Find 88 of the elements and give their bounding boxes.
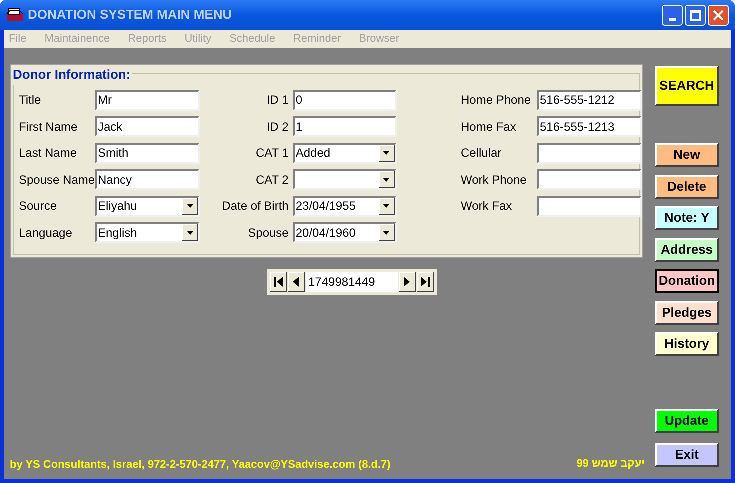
last-record-button[interactable]	[416, 272, 434, 292]
field-value: Smith	[97, 145, 129, 162]
dropdown-field[interactable]: Eliyahu	[95, 196, 200, 217]
box-icon	[6, 7, 24, 23]
field-value: 23/04/1955	[294, 198, 357, 216]
field-value: English	[97, 224, 138, 242]
action-button[interactable]: Donation	[655, 269, 719, 293]
field-label: Last Name	[19, 145, 78, 162]
field-value: 0	[294, 92, 303, 110]
action-button[interactable]: Exit	[655, 443, 719, 467]
field-label: Home Phone	[461, 92, 532, 110]
dropdown-button[interactable]	[378, 224, 395, 242]
previous-record-button[interactable]	[288, 272, 304, 292]
field-value: Jack	[97, 118, 123, 136]
input-field[interactable]	[537, 196, 642, 217]
field-value: Added	[294, 145, 332, 162]
next-record-button[interactable]	[398, 272, 416, 292]
dropdown-field[interactable]: English	[95, 222, 200, 244]
close-icon	[713, 10, 724, 20]
input-field[interactable]: Jack	[95, 116, 200, 138]
caret-icon	[383, 151, 390, 156]
field-label: Cellular	[461, 145, 503, 162]
input-field[interactable]: 516-555-1213	[537, 116, 642, 138]
field-label: Source	[19, 198, 58, 216]
field-label: Language	[19, 224, 74, 242]
dropdown-button[interactable]	[378, 144, 395, 162]
field-label: ID 1	[266, 92, 290, 110]
field-value: Mr	[97, 92, 112, 110]
field-value: 1	[294, 118, 303, 136]
dropdown-button[interactable]	[378, 198, 395, 215]
field-label: Title	[19, 92, 42, 110]
dropdown-field[interactable]: 23/04/1955	[292, 196, 397, 217]
action-button[interactable]: Delete	[655, 174, 719, 198]
field-value: 20/04/1960	[294, 224, 357, 242]
dropdown-field[interactable]: Added	[292, 142, 397, 164]
action-button[interactable]: History	[655, 332, 719, 356]
field-label: ID 2	[266, 118, 290, 136]
field-label: Date of Birth	[221, 198, 290, 216]
search-button[interactable]: SEARCH	[655, 66, 719, 106]
action-button[interactable]: Address	[655, 238, 719, 262]
dropdown-button[interactable]	[182, 198, 198, 215]
field-label: CAT 1	[254, 145, 290, 162]
field-value: Nancy	[97, 172, 132, 189]
window-title: DONATION SYSTEM MAIN MENU	[28, 6, 232, 24]
field-value: 516-555-1213	[539, 118, 615, 136]
caret-icon	[186, 204, 194, 208]
first-record-button[interactable]	[270, 272, 286, 292]
field-value: Eliyahu	[97, 198, 138, 216]
dropdown-field[interactable]: 20/04/1960	[292, 222, 397, 244]
input-field[interactable]	[537, 169, 642, 190]
minimize-button[interactable]	[662, 4, 683, 26]
credit-text: by YS Consultants, Israel, 972-2-570-2477, Yaacov@YSadvise.com (8.d.7)	[10, 458, 391, 472]
field-label: Work Fax	[461, 198, 514, 216]
caret-icon	[383, 230, 390, 235]
action-button[interactable]: Pledges	[655, 300, 719, 324]
field-label: Work Phone	[461, 172, 528, 189]
input-field[interactable]: Mr	[95, 90, 200, 111]
caret-icon	[383, 204, 390, 208]
caret-icon	[186, 230, 194, 235]
minimize-icon	[669, 18, 676, 20]
field-label: Spouse	[247, 224, 290, 242]
maximize-button[interactable]	[685, 4, 706, 26]
maximize-icon	[690, 10, 701, 20]
action-button[interactable]: Note: Y	[655, 206, 719, 230]
dropdown-field[interactable]	[292, 169, 397, 190]
close-button[interactable]	[708, 4, 729, 26]
dropdown-button[interactable]	[378, 171, 395, 188]
hebrew-name-text: יעקב שמש 99	[576, 456, 645, 472]
input-field[interactable]: 516-555-1212	[537, 90, 642, 111]
last-icon	[420, 277, 430, 287]
input-field[interactable]: Smith	[95, 142, 200, 164]
action-button[interactable]: New	[655, 143, 719, 167]
field-label: Spouse Name	[19, 172, 95, 189]
input-field[interactable]: 1	[292, 116, 397, 138]
input-field[interactable]: 0	[292, 90, 397, 111]
field-value: 516-555-1212	[539, 92, 615, 110]
previous-icon	[293, 277, 299, 287]
field-label: CAT 2	[254, 172, 290, 189]
input-field[interactable]: Nancy	[95, 169, 200, 190]
action-button[interactable]: Update	[655, 409, 719, 433]
first-icon	[274, 277, 282, 287]
input-field[interactable]	[537, 142, 642, 164]
dropdown-button[interactable]	[182, 224, 198, 242]
next-icon	[404, 277, 410, 287]
record-field[interactable]: 1749981449	[306, 272, 398, 292]
field-label: Home Fax	[461, 118, 518, 136]
field-label: First Name	[19, 118, 79, 136]
caret-icon	[383, 178, 390, 182]
